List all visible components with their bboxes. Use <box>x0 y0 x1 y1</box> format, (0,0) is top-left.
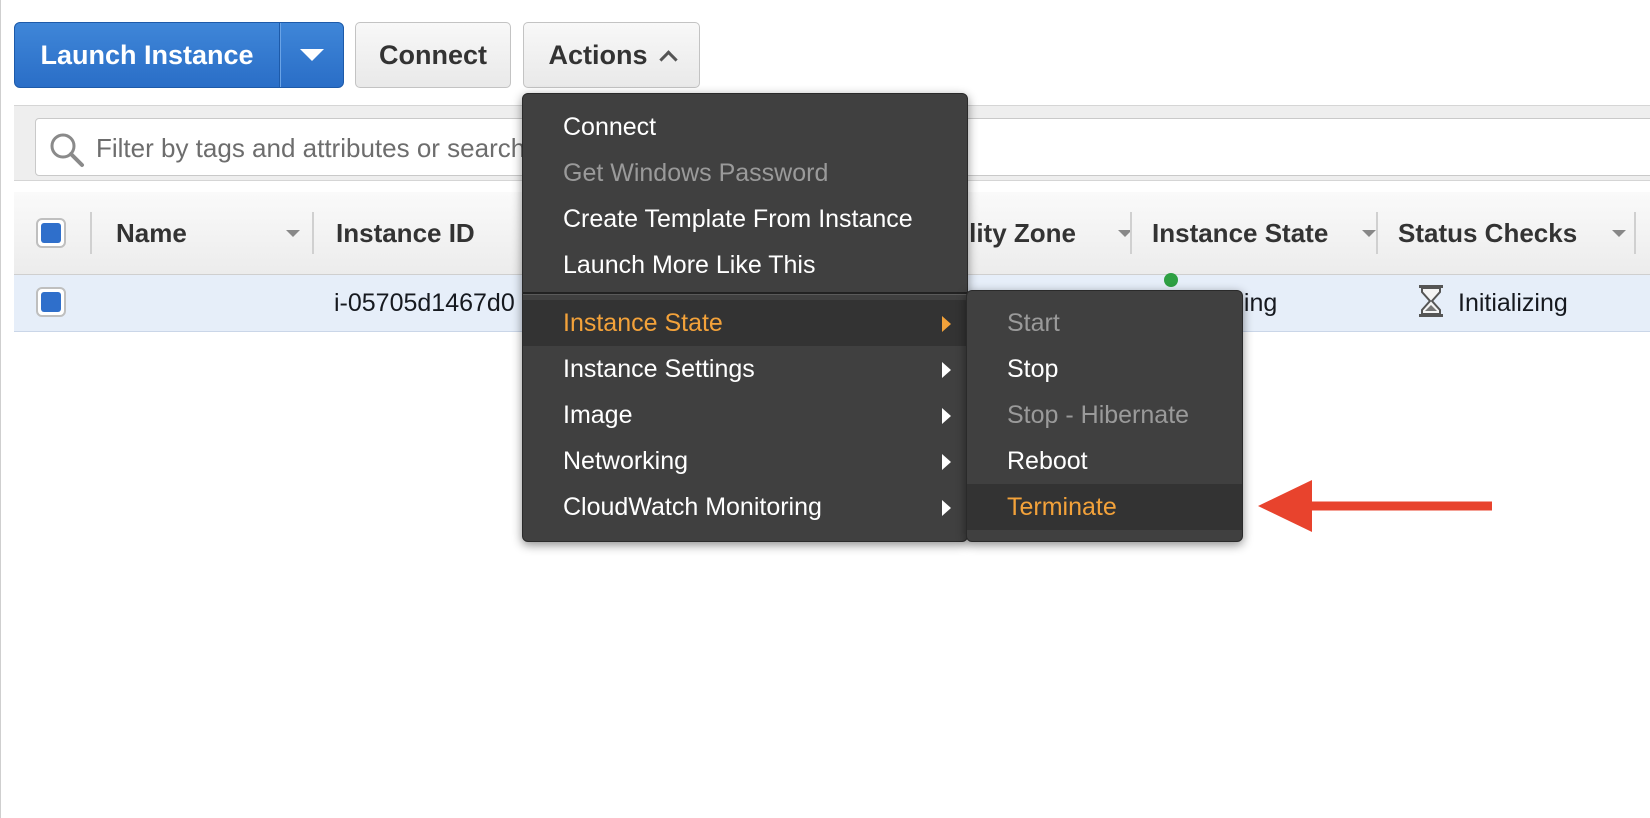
column-header-label: Instance State <box>1152 217 1329 248</box>
page-left-border <box>0 0 1 818</box>
hourglass-icon <box>1419 285 1443 317</box>
menu-item-cloudwatch-monitoring[interactable]: CloudWatch Monitoring <box>523 484 967 530</box>
column-header-label: Name <box>116 217 187 248</box>
menu-item-label: Connect <box>563 112 657 141</box>
launch-instance-split-button: Launch Instance <box>14 22 344 88</box>
menu-item-stop[interactable]: Stop <box>967 346 1242 392</box>
menu-item-launch-more-like-this[interactable]: Launch More Like This <box>523 242 967 288</box>
cell-instance-id: i-05705d1467d0 <box>334 288 515 317</box>
menu-item-instance-settings[interactable]: Instance Settings <box>523 346 967 392</box>
menu-item-label: Stop - Hibernate <box>1007 400 1190 429</box>
column-header-instance-state[interactable]: Instance State <box>1152 192 1382 274</box>
menu-item-create-template[interactable]: Create Template From Instance <box>523 196 967 242</box>
menu-item-connect[interactable]: Connect <box>523 104 967 150</box>
column-separator <box>1376 212 1378 254</box>
column-separator <box>1634 212 1636 254</box>
running-status-dot <box>1164 273 1178 287</box>
caret-down-icon <box>300 49 324 61</box>
column-header-availability-zone[interactable]: bility Zone <box>946 192 1132 274</box>
menu-item-terminate[interactable]: Terminate <box>967 484 1242 530</box>
column-separator <box>1130 212 1132 254</box>
menu-item-label: Instance State <box>563 308 723 337</box>
checkbox-fill <box>41 292 61 312</box>
cell-name <box>116 275 306 331</box>
menu-item-stop-hibernate: Stop - Hibernate <box>967 392 1242 438</box>
menu-item-label: Get Windows Password <box>563 158 829 187</box>
chevron-right-icon <box>942 316 951 332</box>
menu-item-label: Start <box>1007 308 1060 337</box>
menu-item-instance-state[interactable]: Instance State <box>523 300 967 346</box>
actions-button-label: Actions <box>548 39 648 70</box>
menu-item-label: Terminate <box>1007 492 1117 521</box>
sort-caret-icon[interactable] <box>286 230 300 237</box>
sort-caret-icon[interactable] <box>1362 230 1376 237</box>
chevron-right-icon <box>942 500 951 516</box>
select-all-checkbox[interactable] <box>36 218 66 248</box>
column-header-label: Status Checks <box>1398 217 1578 248</box>
menu-item-label: Networking <box>563 446 689 475</box>
menu-item-image[interactable]: Image <box>523 392 967 438</box>
menu-item-label: Stop <box>1007 354 1059 383</box>
column-header-name[interactable]: Name <box>116 192 316 274</box>
cell-status-checks: Initializing <box>1458 288 1568 317</box>
chevron-up-icon <box>658 49 678 69</box>
launch-options-dropdown[interactable] <box>280 23 343 87</box>
connect-button[interactable]: Connect <box>355 22 511 88</box>
column-header-status-checks[interactable]: Status Checks <box>1398 192 1628 274</box>
menu-item-reboot[interactable]: Reboot <box>967 438 1242 484</box>
menu-item-label: Image <box>563 400 633 429</box>
actions-menu: Connect Get Windows Password Create Temp… <box>522 93 968 542</box>
menu-item-networking[interactable]: Networking <box>523 438 967 484</box>
annotation-arrow-icon <box>1258 480 1492 532</box>
menu-item-label: Launch More Like This <box>563 250 816 279</box>
chevron-right-icon <box>942 408 951 424</box>
menu-item-label: Reboot <box>1007 446 1088 475</box>
menu-item-start: Start <box>967 300 1242 346</box>
search-icon <box>50 133 84 167</box>
menu-item-label: Create Template From Instance <box>563 204 913 233</box>
actions-button[interactable]: Actions <box>523 22 700 88</box>
sort-caret-icon[interactable] <box>1612 230 1626 237</box>
column-header-instance-id[interactable]: Instance ID <box>336 192 536 274</box>
column-header-label: Instance ID <box>336 217 475 248</box>
menu-separator <box>523 292 967 295</box>
launch-instance-button[interactable]: Launch Instance <box>15 23 280 87</box>
checkbox-fill <box>41 223 61 243</box>
chevron-right-icon <box>942 454 951 470</box>
menu-item-get-windows-password: Get Windows Password <box>523 150 967 196</box>
chevron-right-icon <box>942 362 951 378</box>
row-checkbox[interactable] <box>36 287 66 317</box>
instance-state-submenu: Start Stop Stop - Hibernate Reboot Termi… <box>966 290 1243 542</box>
column-separator <box>90 212 92 254</box>
menu-item-label: Instance Settings <box>563 354 755 383</box>
column-separator <box>312 212 314 254</box>
menu-item-label: CloudWatch Monitoring <box>563 492 822 521</box>
